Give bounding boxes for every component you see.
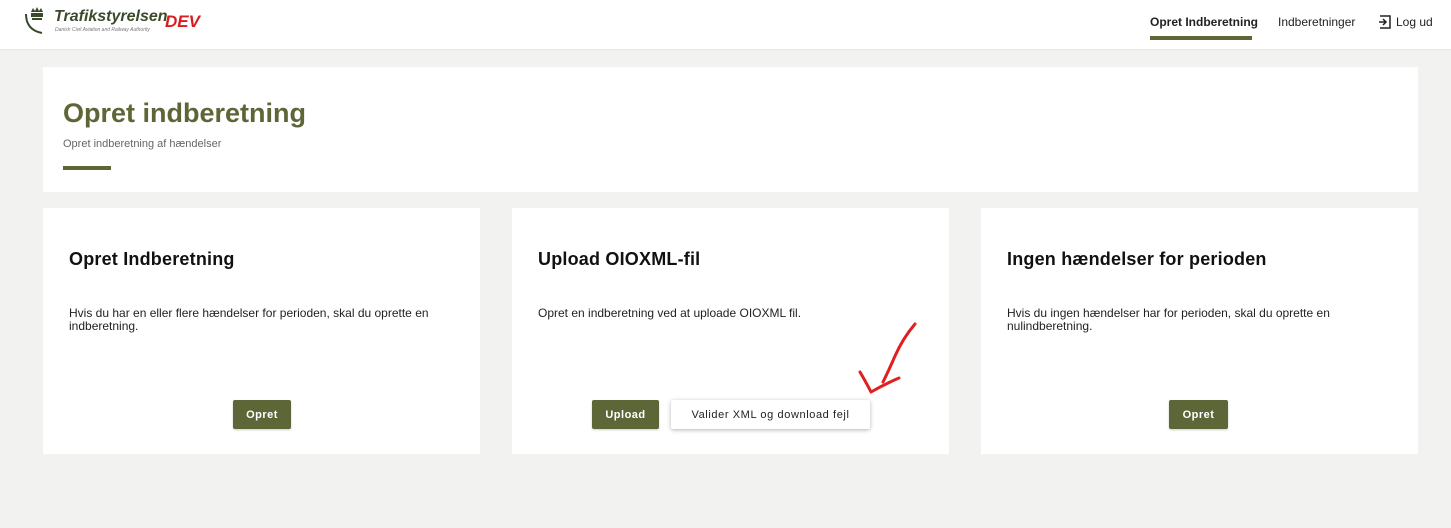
nav-opret-indberetning[interactable]: Opret Indberetning <box>1150 15 1258 29</box>
card-opret-indberetning: Opret Indberetning Hvis du har en eller … <box>43 208 480 454</box>
trafikstyrelsen-logo[interactable]: Trafikstyrelsen Danish Civil Aviation an… <box>22 6 172 36</box>
red-arrow-annotation <box>858 322 917 394</box>
upload-button[interactable]: Upload <box>592 400 659 429</box>
title-accent-bar <box>63 166 111 170</box>
nav-indberetninger[interactable]: Indberetninger <box>1278 15 1355 29</box>
top-navigation-bar: Trafikstyrelsen Danish Civil Aviation an… <box>0 0 1451 50</box>
card-description: Hvis du ingen hændelser har for perioden… <box>1007 306 1330 333</box>
logo-name: Trafikstyrelsen <box>54 8 168 25</box>
nav-active-indicator <box>1150 36 1252 40</box>
card-ingen-haendelser: Ingen hændelser for perioden Hvis du ing… <box>981 208 1418 454</box>
card-title: Upload OIOXML-fil <box>538 249 701 269</box>
page-subtitle: Opret indberetning af hændelser <box>63 138 222 150</box>
opret-button[interactable]: Opret <box>233 400 291 429</box>
logout-icon <box>1379 15 1391 29</box>
card-description: Opret en indberetning ved at uploade OIO… <box>538 306 802 320</box>
logout-label: Log ud <box>1396 15 1433 29</box>
card-title: Opret Indberetning <box>69 249 235 269</box>
crown-logo-icon <box>25 7 43 34</box>
page-title: Opret indberetning <box>63 98 306 128</box>
opret-nulindberetning-button[interactable]: Opret <box>1169 400 1228 429</box>
card-description: Hvis du har en eller flere hændelser for… <box>69 306 429 333</box>
validate-xml-button[interactable]: Valider XML og download fejl <box>671 400 870 429</box>
page-header-panel: Opret indberetning Opret indberetning af… <box>43 67 1418 192</box>
environment-badge: DEV <box>165 12 200 31</box>
logo-subtitle: Danish Civil Aviation and Railway Author… <box>55 27 150 33</box>
card-title: Ingen hændelser for perioden <box>1007 249 1267 269</box>
